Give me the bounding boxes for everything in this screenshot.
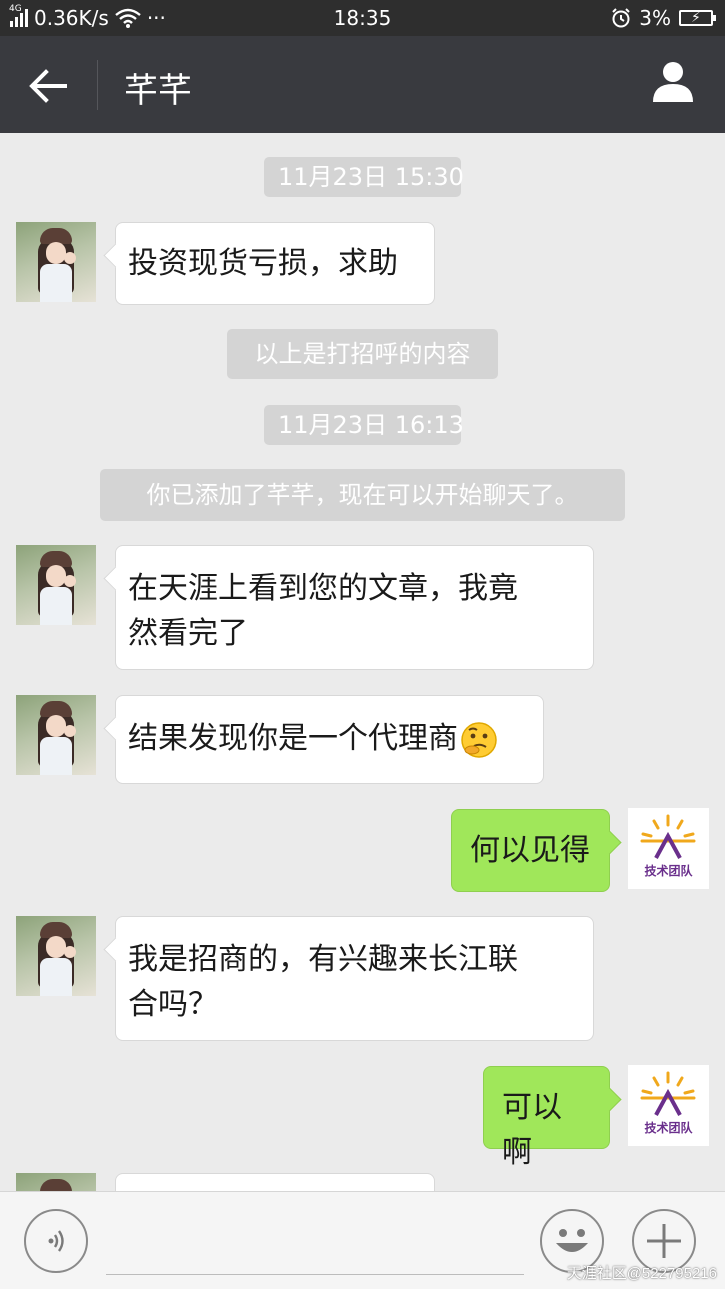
contact-avatar[interactable]	[16, 916, 96, 996]
status-bar: 4G 0.36K/s ··· 18:35 3% ⚡	[0, 0, 725, 36]
message-text: 结果发现你是一个代理商	[128, 721, 458, 756]
received-message[interactable]: 在天涯上看到您的文章，我竟 然看完了	[115, 545, 594, 670]
back-button[interactable]	[22, 60, 74, 112]
team-label: 技术团队	[644, 864, 693, 878]
message-text-line: 我是招商的，有兴趣来长江联	[128, 942, 518, 977]
contact-profile-button[interactable]	[651, 60, 701, 110]
message-text-line: 在天涯上看到您的文章，我竟	[128, 571, 518, 606]
message-text-line: 然看完了	[128, 616, 248, 651]
contact-avatar[interactable]	[16, 1173, 96, 1191]
person-icon	[653, 62, 693, 102]
voice-icon	[48, 1230, 64, 1252]
my-avatar[interactable]: 技术团队	[628, 1065, 709, 1146]
voice-button[interactable]	[24, 1209, 88, 1273]
status-right: 3% ⚡	[611, 6, 716, 30]
received-message[interactable]: 结果发现你是一个代理商	[115, 695, 544, 784]
contact-avatar[interactable]	[16, 695, 96, 775]
message-text: 何以见得	[470, 833, 590, 868]
my-avatar[interactable]: 技术团队	[628, 808, 709, 889]
alarm-icon	[612, 8, 630, 28]
battery-percent: 3%	[639, 6, 671, 30]
team-label: 技术团队	[644, 1121, 693, 1135]
timestamp: 11月23日 15:30	[264, 157, 464, 197]
timestamp: 11月23日 16:13	[264, 405, 464, 445]
received-message[interactable]: 投资现货亏损，求助	[115, 222, 435, 305]
header-divider	[97, 60, 98, 110]
battery-icon: ⚡	[679, 10, 716, 26]
message-text: 可以啊	[502, 1090, 562, 1170]
sent-message[interactable]: 何以见得	[451, 809, 610, 892]
message-text: 投资现货亏损，求助	[128, 246, 398, 281]
arrow-left-icon	[29, 69, 67, 103]
received-message[interactable]: 我是招商的，有兴趣来长江联 合吗？	[115, 916, 594, 1041]
message-input[interactable]	[106, 1274, 524, 1275]
watermark: 天涯社区@522795216	[566, 1265, 717, 1282]
contact-avatar[interactable]	[16, 222, 96, 302]
team-logo-icon	[640, 814, 696, 859]
thinking-face-icon	[461, 721, 497, 758]
plus-icon	[647, 1224, 681, 1258]
chat-header: 芊芊	[0, 36, 725, 133]
contact-avatar[interactable]	[16, 545, 96, 625]
received-message-partial[interactable]	[115, 1173, 435, 1191]
team-logo-icon	[640, 1071, 696, 1116]
system-note: 你已添加了芊芊，现在可以开始聊天了。	[100, 469, 625, 521]
system-note: 以上是打招呼的内容	[227, 329, 498, 379]
contact-name: 芊芊	[124, 71, 192, 111]
input-bar: 天涯社区@522795216	[0, 1191, 725, 1289]
message-list[interactable]: 11月23日 15:30 投资现货亏损，求助 以上是打招呼的内容 11月23日 …	[0, 133, 725, 1191]
message-text-line: 合吗？	[128, 987, 218, 1022]
sent-message[interactable]: 可以啊	[483, 1066, 610, 1170]
